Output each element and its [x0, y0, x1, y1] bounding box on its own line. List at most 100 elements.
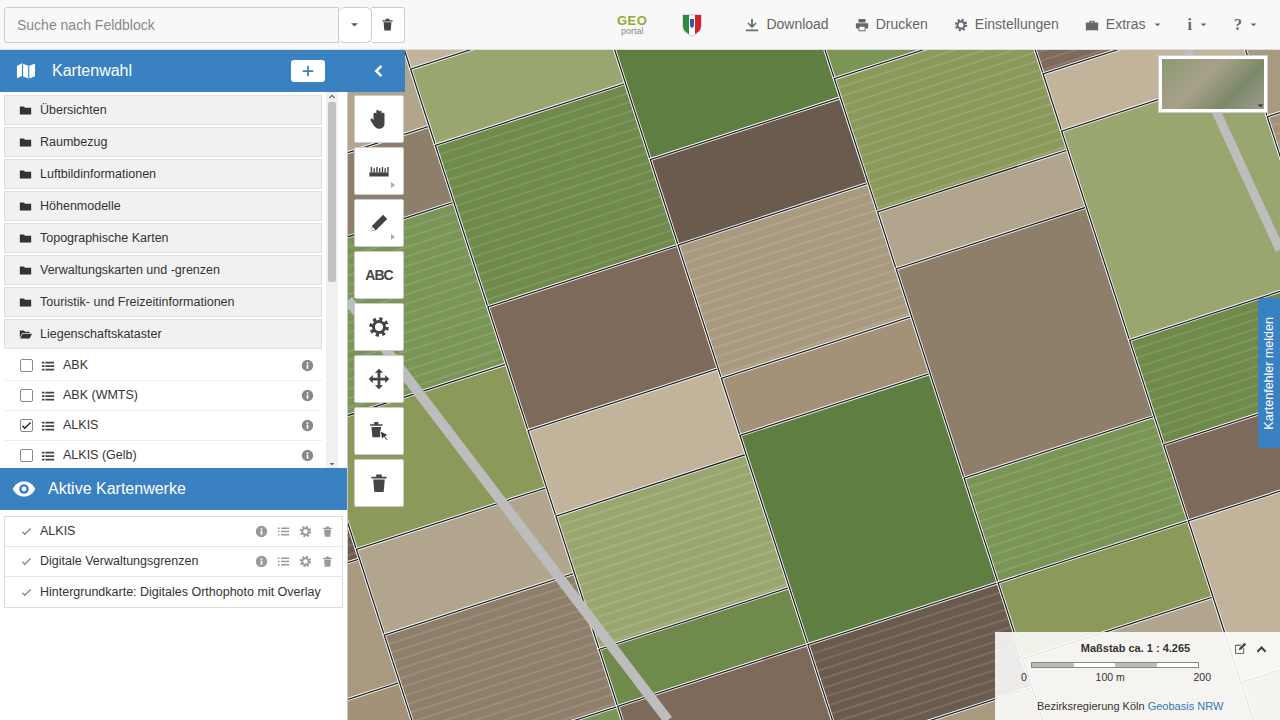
- attribution-link[interactable]: Geobasis NRW: [1148, 700, 1224, 712]
- menu-item[interactable]: Einstellungen: [954, 14, 1059, 35]
- scale-bar: [1031, 662, 1199, 668]
- move-tool-button[interactable]: [354, 355, 404, 403]
- aerial-photo: [348, 50, 1280, 720]
- scale-segment: [1074, 663, 1116, 667]
- text-tool-button[interactable]: ABC: [354, 251, 404, 299]
- submenu-indicator: [389, 181, 397, 189]
- info-icon: [301, 359, 314, 372]
- check-icon: [21, 526, 32, 537]
- eye-icon: [12, 477, 36, 501]
- layer-info-button[interactable]: [301, 389, 314, 402]
- layer-checkbox[interactable]: [20, 419, 33, 432]
- folder-label: Verwaltungskarten und -grenzen: [40, 261, 220, 280]
- edit-scale-button[interactable]: [1234, 642, 1247, 655]
- menu-label: Extras: [1106, 14, 1146, 35]
- add-map-button[interactable]: [291, 60, 325, 82]
- catalog-folder[interactable]: Raumbezug: [4, 127, 322, 157]
- active-map-check[interactable]: [21, 556, 32, 567]
- extras-icon: [1085, 18, 1099, 32]
- folder-icon: [19, 200, 32, 213]
- download-icon: [745, 18, 759, 32]
- scrollbar-thumb[interactable]: [328, 102, 336, 282]
- layer-info-button[interactable]: [301, 449, 314, 462]
- catalog-folder[interactable]: Höhenmodelle: [4, 191, 322, 221]
- geoportal-logo: GEOportal: [617, 14, 647, 36]
- layer-checkbox[interactable]: [20, 359, 33, 372]
- overview-map[interactable]: [1158, 55, 1268, 113]
- gear-button[interactable]: [299, 555, 312, 568]
- trash-button[interactable]: [321, 525, 334, 538]
- collapse-panel-button[interactable]: [363, 56, 393, 86]
- catalog-folder[interactable]: Topographische Karten: [4, 223, 322, 253]
- layer-checkbox[interactable]: [20, 449, 33, 462]
- collapse-scale-button[interactable]: [1255, 642, 1268, 655]
- folder-state: [19, 104, 32, 117]
- delete-select-tool-button[interactable]: [354, 407, 404, 455]
- gear-button[interactable]: [299, 525, 312, 538]
- submenu-arrow-icon: [389, 181, 397, 189]
- scrollbar[interactable]: [326, 92, 338, 468]
- map-toolbar: ABC: [354, 95, 404, 507]
- settings-tool-button[interactable]: [354, 303, 404, 351]
- catalog-folder[interactable]: Liegenschaftskataster: [4, 319, 322, 349]
- layer-checkbox[interactable]: [20, 389, 33, 402]
- nrw-flag-icon: [681, 13, 703, 37]
- scale-segment: [1032, 663, 1074, 667]
- pan-tool-button[interactable]: [354, 95, 404, 143]
- info-icon: [255, 525, 268, 538]
- layer-info-button[interactable]: [301, 419, 314, 432]
- menu-icon-wrap: [745, 18, 759, 32]
- catalog-layer[interactable]: ALKIS (Gelb): [4, 441, 322, 468]
- search-field[interactable]: [4, 7, 339, 43]
- active-map-label: Digitale Verwaltungsgrenzen: [40, 553, 247, 570]
- overview-toggle[interactable]: [1256, 101, 1265, 110]
- menu-item[interactable]: ?: [1234, 13, 1258, 37]
- menu-item[interactable]: Drucken: [855, 14, 928, 35]
- clear-search-button[interactable]: [372, 7, 405, 43]
- chevron-left-icon: [370, 63, 386, 79]
- folder-label: Topographische Karten: [40, 229, 169, 248]
- info-button[interactable]: [255, 525, 268, 538]
- folder-state: [19, 200, 32, 213]
- active-map-item[interactable]: Hintergrundkarte: Digitales Orthophoto m…: [5, 577, 342, 607]
- menu-item[interactable]: i: [1188, 13, 1208, 37]
- catalog-layer[interactable]: ABK (WMTS): [4, 381, 322, 411]
- scale-actions: [1234, 642, 1268, 655]
- delete-all-tool-button[interactable]: [354, 459, 404, 507]
- layer-info-button[interactable]: [301, 359, 314, 372]
- active-map-item[interactable]: Digitale Verwaltungsgrenzen: [5, 547, 342, 577]
- search-dropdown-button[interactable]: [339, 7, 372, 43]
- ruler-icon: [368, 160, 390, 182]
- menu-item[interactable]: Download: [745, 14, 828, 35]
- folder-label: Raumbezug: [40, 133, 107, 152]
- catalog-layer[interactable]: ABK: [4, 351, 322, 381]
- info-icon: [255, 555, 268, 568]
- caret-down-icon: [1256, 101, 1265, 110]
- catalog-folder[interactable]: Übersichten: [4, 95, 322, 125]
- menu-item[interactable]: Extras: [1085, 14, 1162, 35]
- trash-button[interactable]: [321, 555, 334, 568]
- active-maps-title: Aktive Kartenwerke: [48, 477, 186, 501]
- list-button[interactable]: [277, 525, 290, 538]
- scale-tick: 200: [1193, 670, 1211, 686]
- catalog-folder[interactable]: Luftbildinformationen: [4, 159, 322, 189]
- catalog-folder[interactable]: Verwaltungskarten und -grenzen: [4, 255, 322, 285]
- catalog-layer[interactable]: ALKIS: [4, 411, 322, 441]
- scale-segment: [1115, 663, 1157, 667]
- catalog-folder[interactable]: Touristik- und Freizeitinformationen: [4, 287, 322, 317]
- active-map-check[interactable]: [21, 587, 32, 598]
- report-error-tab[interactable]: Kartenfehler melden: [1258, 298, 1280, 448]
- info-button[interactable]: [255, 555, 268, 568]
- map[interactable]: ABCKartenfehler meldenMaßstab ca. 1 : 4.…: [348, 50, 1280, 720]
- measure-tool-button[interactable]: [354, 147, 404, 195]
- list-button[interactable]: [277, 555, 290, 568]
- draw-tool-button[interactable]: [354, 199, 404, 247]
- layer-stack-icon: [41, 389, 55, 403]
- active-map-item[interactable]: ALKIS: [5, 517, 342, 547]
- catalog-list: Übersichten Raumbezug Luftbildinformatione…: [0, 92, 326, 468]
- search-group: [0, 7, 405, 43]
- active-map-check[interactable]: [21, 526, 32, 537]
- scale-segment: [1157, 663, 1199, 667]
- active-map-label: ALKIS: [40, 523, 247, 540]
- scroll-up-icon: [328, 92, 336, 100]
